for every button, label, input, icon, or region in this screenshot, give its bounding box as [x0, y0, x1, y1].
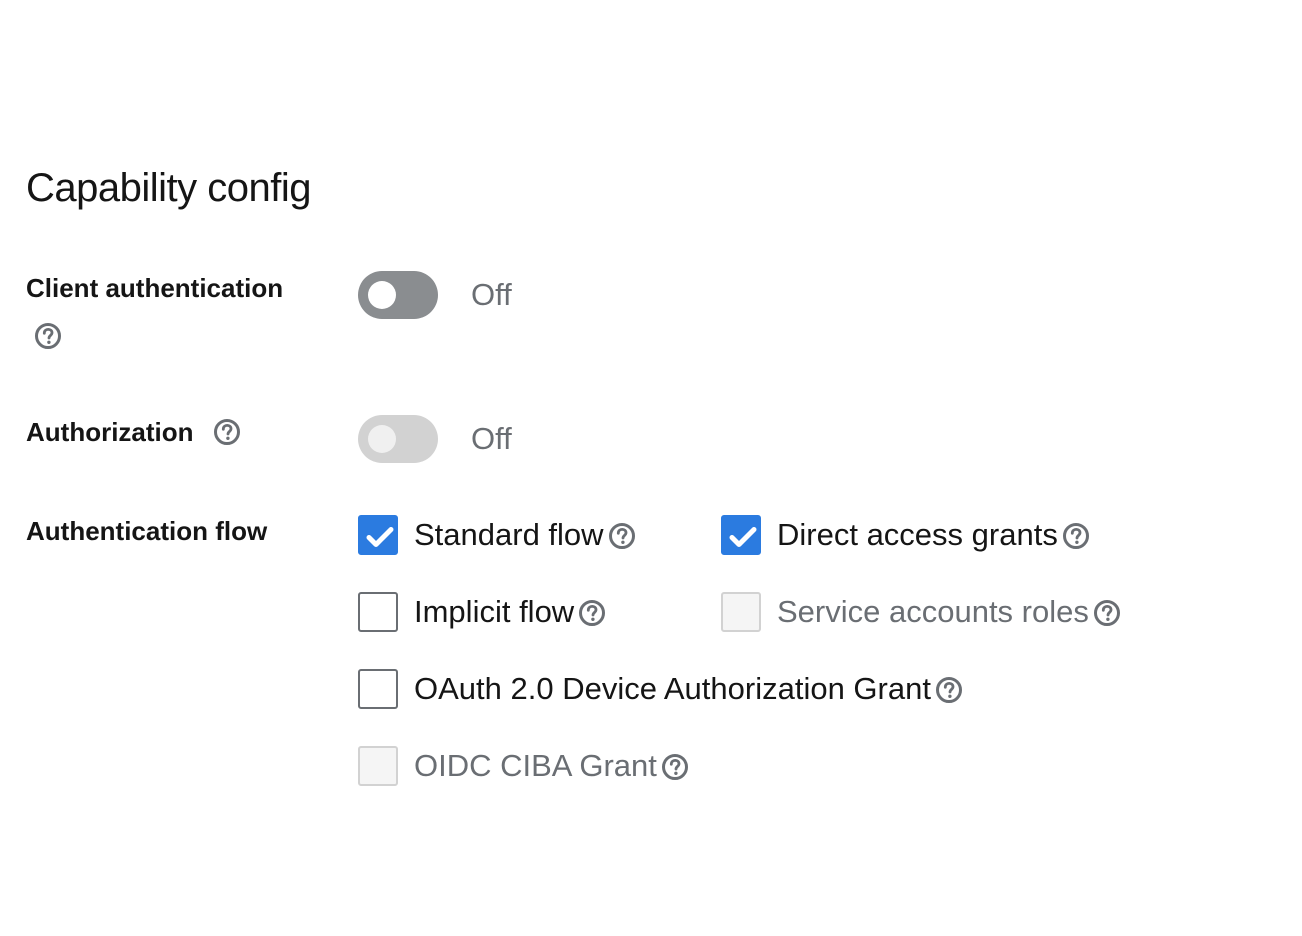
authorization-switch[interactable] — [358, 415, 438, 463]
standard-flow-checkbox[interactable]: Standard flow — [358, 515, 636, 555]
service-accounts-roles-label: Service accounts roles — [777, 594, 1089, 629]
direct-access-grants-checkbox[interactable]: Direct access grants — [721, 515, 1090, 555]
authorization-state: Off — [471, 421, 512, 456]
switch-knob — [368, 425, 396, 453]
direct-access-grants-help-icon[interactable] — [1062, 522, 1090, 550]
implicit-flow-help-icon[interactable] — [578, 599, 606, 627]
client-authentication-label-text: Client authentication — [26, 273, 284, 303]
service-accounts-roles-help-icon[interactable] — [1093, 599, 1121, 627]
oidc-ciba-grant-checkbox[interactable]: OIDC CIBA Grant — [358, 746, 689, 786]
authentication-flow-label-text: Authentication flow — [26, 516, 268, 546]
implicit-flow-label: Implicit flow — [414, 594, 575, 629]
checkbox-box[interactable] — [721, 592, 761, 632]
section-title: Capability config — [26, 166, 312, 210]
client-authentication-label: Client authentication — [26, 270, 283, 306]
client-authentication-switch[interactable] — [358, 271, 438, 319]
oauth-device-authorization-grant-checkbox[interactable]: OAuth 2.0 Device Authorization Grant — [358, 669, 963, 709]
checkbox-box[interactable] — [358, 669, 398, 709]
service-accounts-roles-checkbox[interactable]: Service accounts roles — [721, 592, 1121, 632]
oidc-ciba-grant-help-icon[interactable] — [661, 753, 689, 781]
standard-flow-help-icon[interactable] — [608, 522, 636, 550]
authorization-help-icon[interactable] — [213, 418, 241, 446]
oauth-device-authorization-grant-help-icon[interactable] — [935, 676, 963, 704]
authentication-flow-label: Authentication flow — [26, 513, 267, 549]
oauth-device-authorization-grant-label: OAuth 2.0 Device Authorization Grant — [414, 671, 931, 706]
checkmark-icon — [366, 527, 394, 547]
client-authentication-state: Off — [471, 277, 512, 312]
checkbox-box[interactable] — [721, 515, 761, 555]
checkbox-box[interactable] — [358, 515, 398, 555]
authorization-label: Authorization — [26, 414, 241, 450]
switch-knob — [368, 281, 396, 309]
checkbox-box[interactable] — [358, 746, 398, 786]
implicit-flow-checkbox[interactable]: Implicit flow — [358, 592, 606, 632]
direct-access-grants-label: Direct access grants — [777, 517, 1058, 552]
standard-flow-label: Standard flow — [414, 517, 604, 552]
checkmark-icon — [729, 527, 757, 547]
checkbox-box[interactable] — [358, 592, 398, 632]
capability-config-panel: Capability config Client authentication … — [0, 0, 1302, 936]
client-authentication-help-icon[interactable] — [34, 322, 62, 350]
oidc-ciba-grant-label: OIDC CIBA Grant — [414, 748, 657, 783]
authorization-label-text: Authorization — [26, 417, 194, 447]
